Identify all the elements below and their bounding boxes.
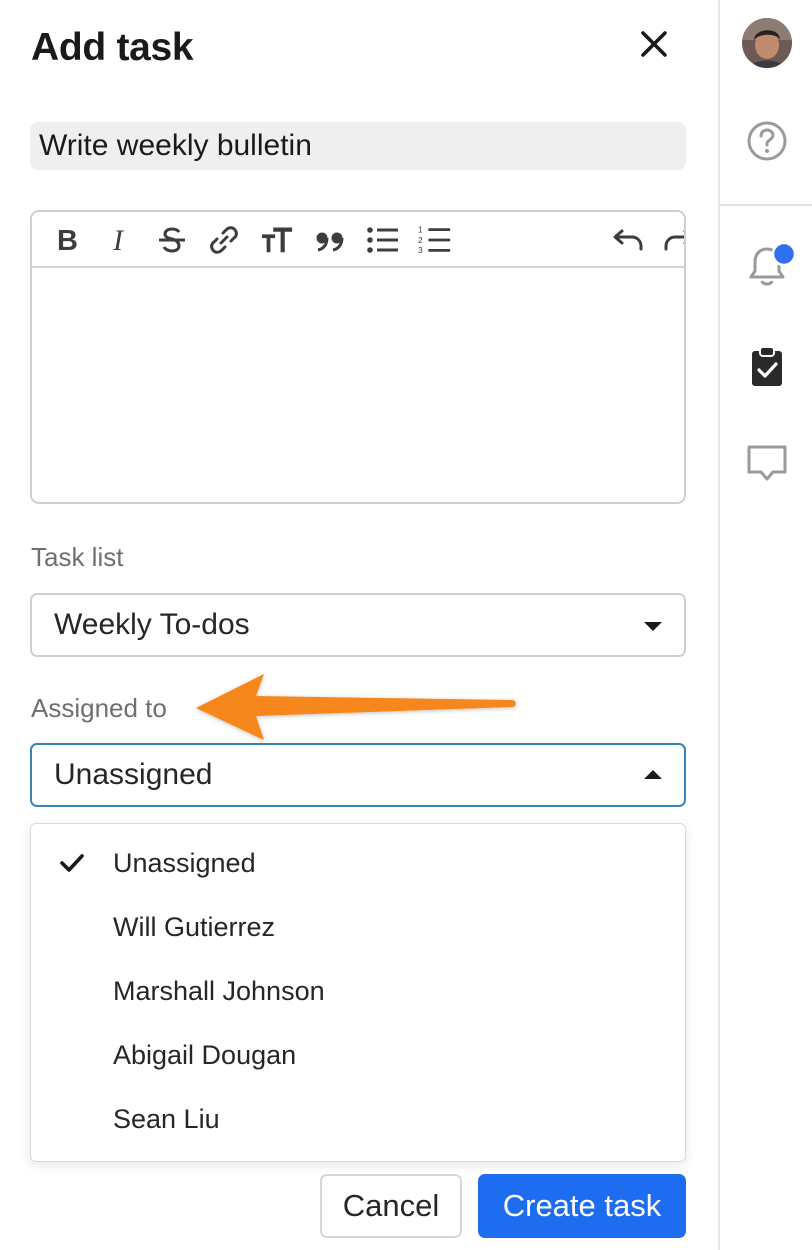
editor-content-area[interactable] — [32, 268, 684, 502]
text-size-icon[interactable] — [260, 223, 294, 257]
option-label: Will Gutierrez — [113, 912, 276, 942]
caret-up-icon — [644, 770, 662, 779]
task-list-label: Task list — [31, 542, 124, 572]
strikethrough-icon[interactable] — [155, 223, 189, 257]
assignee-option-will-gutierrez[interactable]: Will Gutierrez — [31, 898, 685, 962]
rail-divider — [720, 204, 812, 206]
svg-text:2: 2 — [418, 235, 423, 245]
right-sidebar — [718, 0, 812, 1250]
notification-dot — [771, 241, 797, 267]
svg-text:3: 3 — [418, 245, 423, 255]
svg-text:B: B — [57, 225, 78, 255]
bulleted-list-icon[interactable] — [366, 223, 400, 257]
assignee-option-abigail-dougan[interactable]: Abigail Dougan — [31, 1026, 685, 1090]
redo-icon[interactable] — [663, 223, 684, 257]
svg-text:1: 1 — [418, 224, 423, 234]
bell-icon[interactable] — [746, 241, 798, 295]
task-list-selected-value: Weekly To-dos — [54, 608, 250, 641]
dialog-title: Add task — [31, 26, 194, 69]
bold-icon[interactable]: B — [50, 223, 84, 257]
assignee-option-unassigned[interactable]: Unassigned — [31, 834, 685, 898]
undo-icon[interactable] — [610, 223, 644, 257]
close-icon[interactable] — [636, 26, 672, 62]
svg-text:I: I — [112, 225, 125, 255]
option-label: Unassigned — [113, 848, 256, 878]
add-task-panel: Add task B I — [0, 0, 718, 1250]
quote-icon[interactable] — [313, 223, 347, 257]
caret-down-icon — [644, 622, 662, 631]
help-icon[interactable] — [746, 120, 788, 167]
editor-toolbar: B I 123 — [32, 212, 684, 268]
avatar[interactable] — [742, 18, 792, 68]
checkmark-icon — [59, 852, 85, 879]
assignee-option-sean-liu[interactable]: Sean Liu — [31, 1090, 685, 1154]
option-label: Abigail Dougan — [113, 1040, 297, 1070]
assignee-option-marshall-johnson[interactable]: Marshall Johnson — [31, 962, 685, 1026]
description-editor: B I 123 — [30, 210, 686, 504]
chat-icon[interactable] — [746, 443, 788, 488]
task-list-select[interactable]: Weekly To-dos — [30, 593, 686, 657]
link-icon[interactable] — [207, 223, 241, 257]
task-name-input[interactable] — [30, 122, 686, 170]
numbered-list-icon[interactable]: 123 — [418, 223, 452, 257]
option-label: Marshall Johnson — [113, 976, 325, 1006]
assigned-to-selected-value: Unassigned — [54, 758, 213, 791]
assigned-to-label: Assigned to — [31, 693, 167, 723]
annotation-arrow-icon — [190, 670, 530, 755]
assignee-dropdown-menu: Unassigned Will Gutierrez Marshall Johns… — [30, 823, 686, 1162]
clipboard-check-icon[interactable] — [750, 345, 784, 392]
create-task-button[interactable]: Create task — [478, 1174, 686, 1238]
option-label: Sean Liu — [113, 1104, 220, 1134]
italic-icon[interactable]: I — [102, 223, 136, 257]
cancel-button[interactable]: Cancel — [320, 1174, 462, 1238]
